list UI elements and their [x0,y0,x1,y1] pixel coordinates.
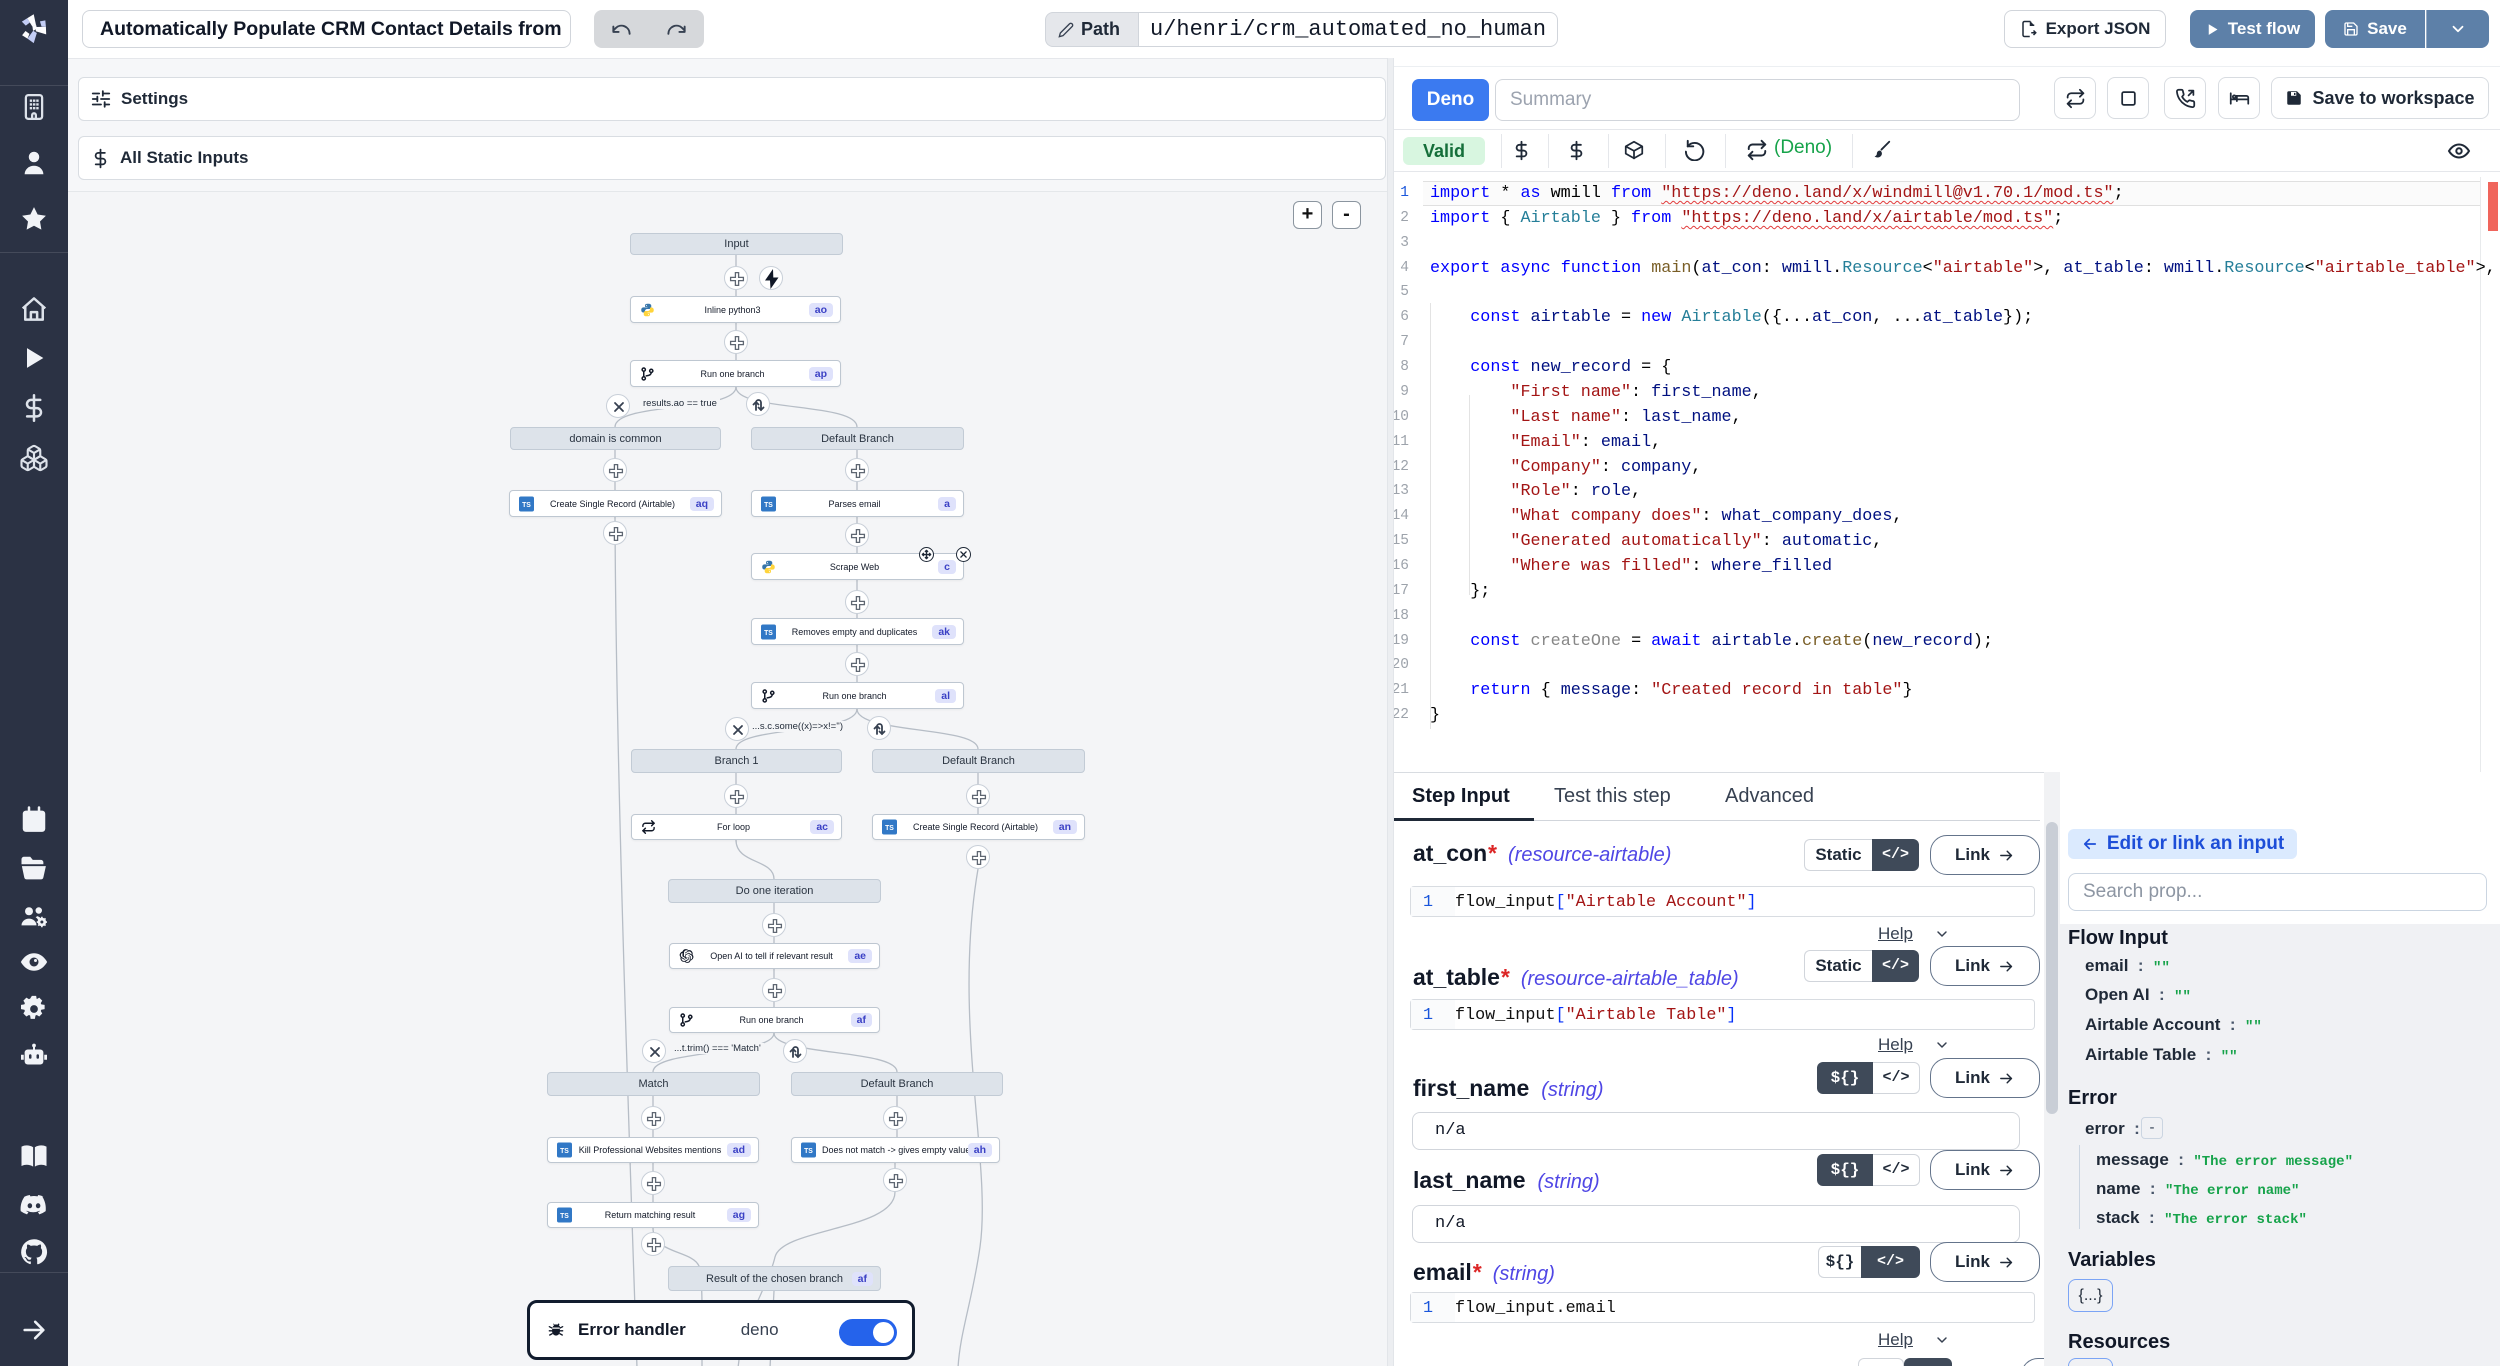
svg-text:TS: TS [885,825,894,832]
svg-text:TS: TS [804,1148,813,1155]
svg-text:TS: TS [560,1148,569,1155]
svg-text:TS: TS [764,630,773,637]
svg-text:TS: TS [522,502,531,509]
svg-text:TS: TS [764,502,773,509]
svg-text:TS: TS [560,1213,569,1220]
